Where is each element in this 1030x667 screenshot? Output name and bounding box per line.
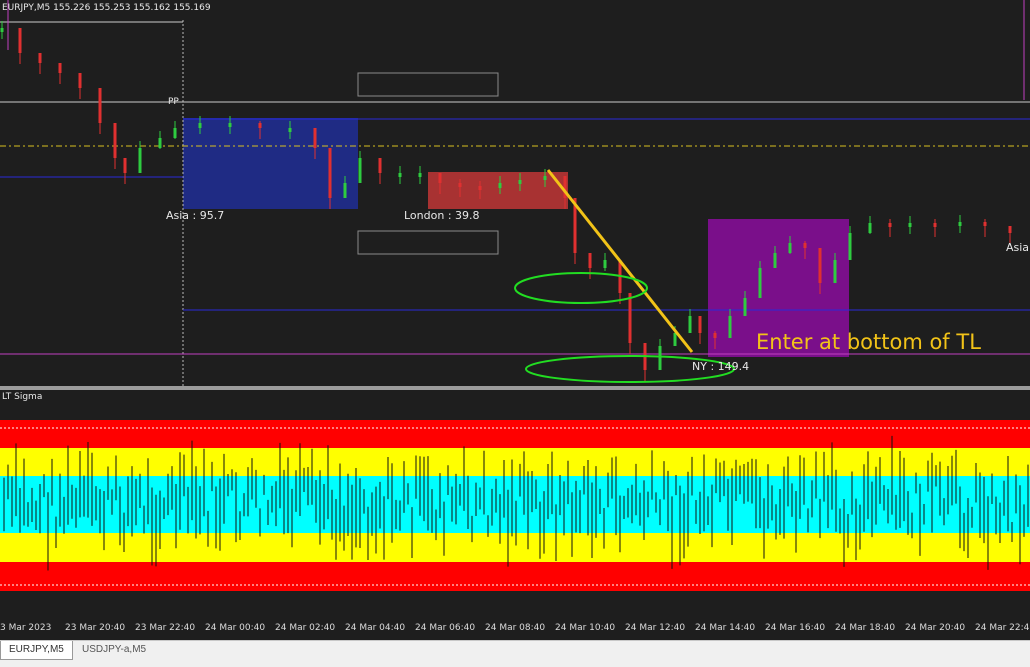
time-tick: 24 Mar 08:40: [485, 623, 546, 633]
candle-body: [0, 28, 4, 32]
candle-body: [313, 128, 317, 148]
candle-body: [758, 268, 762, 298]
candle-body: [673, 333, 677, 346]
candle-body: [698, 316, 702, 333]
band-outer-top: [0, 420, 1030, 448]
candle-body: [983, 222, 987, 226]
candle-body: [603, 260, 607, 268]
candle-body: [98, 88, 102, 123]
asia-right-label: Asia: [1006, 241, 1030, 254]
candle-body: [418, 173, 422, 177]
indicator-pane[interactable]: LT Sigma: [0, 390, 1030, 620]
time-axis: 3 Mar 2023 23 Mar 20:40 23 Mar 22:40 24 Mar…: [0, 620, 1030, 640]
candle-body: [158, 138, 162, 148]
candle-body: [328, 148, 332, 198]
indicator-title: LT Sigma: [2, 392, 43, 402]
london-session-label: London : 39.8: [404, 209, 480, 222]
candle-body: [498, 183, 502, 188]
candle-body: [848, 233, 852, 260]
info-box-top: [357, 72, 499, 97]
candle-body: [198, 123, 202, 128]
candle-body: [908, 223, 912, 227]
price-chart[interactable]: EURJPY,M5 155.226 155.253 155.162 155.16…: [0, 0, 1030, 386]
time-tick: 23 Mar 22:40: [135, 623, 196, 633]
candle-body: [358, 158, 362, 183]
candle-body: [58, 63, 62, 73]
candle-body: [438, 173, 442, 183]
candle-body: [868, 223, 872, 233]
trendline[interactable]: [546, 169, 694, 353]
candle-body: [343, 183, 347, 198]
price-chart-canvas[interactable]: [0, 0, 1030, 386]
candle-body: [958, 222, 962, 226]
time-tick: 24 Mar 20:40: [905, 623, 966, 633]
chart-tab-bar: EURJPY,M5 USDJPY-a,M5: [0, 640, 1030, 667]
symbol-header: EURJPY,M5 155.226 155.253 155.162 155.16…: [2, 3, 211, 13]
candle-body: [688, 316, 692, 333]
candle-body: [588, 253, 592, 268]
candle-body: [518, 180, 522, 184]
band-middle-bottom: [0, 533, 1030, 562]
info-box-bottom: [357, 230, 499, 255]
candle-body: [398, 173, 402, 177]
pp-label: PP: [168, 97, 179, 107]
candle-body: [1008, 226, 1012, 233]
candle-body: [543, 176, 547, 180]
candle-body: [628, 293, 632, 343]
candle-body: [38, 53, 42, 63]
candle-body: [173, 128, 177, 138]
tab-eurjpy-m5[interactable]: EURJPY,M5: [0, 641, 73, 660]
candle-body: [138, 148, 142, 173]
time-tick: 24 Mar 16:40: [765, 623, 826, 633]
candle-body: [113, 123, 117, 158]
candle-body: [258, 123, 262, 128]
time-tick: 24 Mar 22:40: [975, 623, 1030, 633]
time-tick: 24 Mar 02:40: [275, 623, 336, 633]
tab-usdjpy-m5[interactable]: USDJPY-a,M5: [74, 641, 154, 659]
candle-body: [833, 260, 837, 283]
highlight-ellipse-upper[interactable]: [514, 272, 648, 304]
candle-body: [818, 248, 822, 283]
candle-body: [378, 158, 382, 173]
candle-body: [788, 243, 792, 253]
candle-body: [888, 223, 892, 227]
time-tick: 24 Mar 14:40: [695, 623, 756, 633]
asia-session-box: [183, 118, 358, 209]
time-tick: 24 Mar 06:40: [415, 623, 476, 633]
time-tick: 24 Mar 04:40: [345, 623, 406, 633]
candle-body: [743, 298, 747, 316]
time-tick: 24 Mar 10:40: [555, 623, 616, 633]
candle-body: [123, 158, 127, 173]
candle-body: [18, 28, 22, 53]
candle-body: [478, 186, 482, 190]
candle-body: [228, 123, 232, 127]
annotation-text: Enter at bottom of TL: [756, 330, 981, 354]
candle-body: [458, 183, 462, 187]
asia-session-label: Asia : 95.7: [166, 209, 225, 222]
london-session-box: [428, 172, 568, 209]
candle-body: [713, 333, 717, 338]
candle-body: [658, 346, 662, 370]
candle-body: [933, 223, 937, 227]
band-outer-bottom: [0, 562, 1030, 591]
candle-body: [773, 253, 777, 268]
candle-body: [803, 243, 807, 248]
time-tick: 24 Mar 00:40: [205, 623, 266, 633]
time-tick: 24 Mar 18:40: [835, 623, 896, 633]
time-tick: 3 Mar 2023: [0, 623, 52, 633]
candle-body: [78, 73, 82, 88]
time-tick: 23 Mar 20:40: [65, 623, 126, 633]
time-tick: 24 Mar 12:40: [625, 623, 686, 633]
indicator-canvas[interactable]: [0, 390, 1030, 620]
candle-body: [288, 128, 292, 132]
candle-body: [728, 316, 732, 338]
ny-session-label: NY : 149.4: [692, 360, 750, 373]
